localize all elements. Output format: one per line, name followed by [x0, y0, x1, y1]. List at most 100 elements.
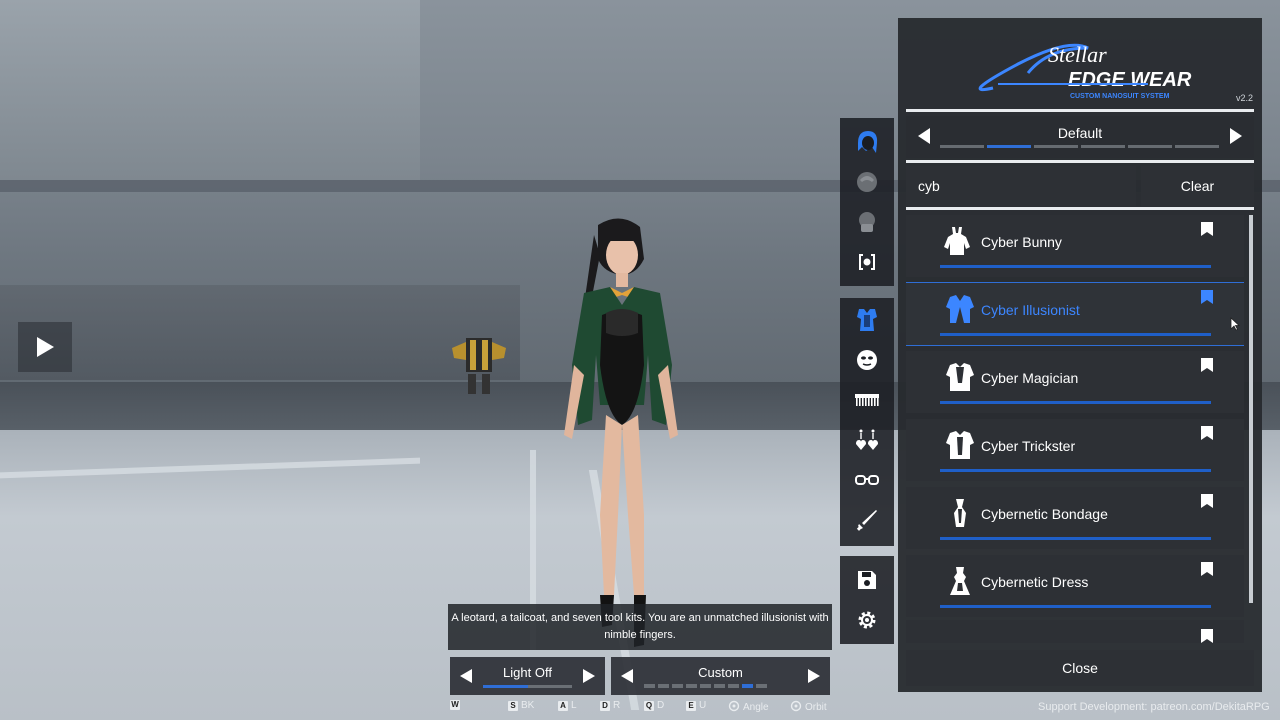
outfit-item[interactable]: Cybernetic Dress: [906, 555, 1244, 617]
category-hair-accessory[interactable]: [840, 380, 894, 420]
bookmark-icon[interactable]: [1201, 629, 1213, 643]
hair-blue-icon: [858, 131, 878, 153]
support-text: Support Development: patreon.com/DekitaR…: [1038, 701, 1270, 713]
preset-name: Default: [1057, 125, 1103, 141]
camera-slot-segment: [672, 684, 683, 688]
search-field[interactable]: [906, 166, 1136, 206]
sword-icon: [856, 510, 877, 531]
save-icon: [858, 571, 876, 589]
outfit-item[interactable]: Cyber Trickster: [906, 419, 1244, 481]
outfit-progress-bar: [940, 469, 1211, 472]
key-hint-label: Orbit: [805, 702, 827, 713]
list-item-partial[interactable]: [906, 620, 1244, 643]
light-level-fill: [483, 685, 528, 688]
camera-control: Custom: [611, 657, 830, 695]
key-hint: Orbit: [790, 700, 827, 715]
preset-slot-segment: [987, 145, 1031, 148]
camera-slot-segment: [714, 684, 725, 688]
divider: [906, 207, 1254, 210]
bookmark-icon[interactable]: [1201, 494, 1213, 508]
camera-slot-segment: [756, 684, 767, 688]
bookmark-icon[interactable]: [1201, 222, 1213, 236]
key-cap: S: [508, 700, 518, 711]
mask-icon: [857, 350, 877, 370]
category-adapter[interactable]: [840, 242, 894, 282]
key-hint: S BK: [508, 700, 534, 711]
bunny-suit-icon: [944, 225, 976, 257]
outfit-item[interactable]: Cyber Illusionist: [906, 282, 1244, 346]
outfit-progress-bar: [940, 401, 1211, 404]
key-hint-label: L: [571, 700, 577, 711]
light-next-arrow-icon[interactable]: [583, 669, 595, 683]
outfit-label: Cybernetic Dress: [981, 574, 1089, 590]
adapter-icon: [859, 254, 875, 270]
hair-icon: [857, 172, 877, 192]
bondage-suit-icon: [944, 497, 976, 529]
character-model: [564, 218, 678, 647]
outfit-item[interactable]: Cyber Bunny: [906, 215, 1244, 277]
light-level-track: [483, 685, 572, 688]
icon-bar-top: [840, 118, 894, 286]
bookmark-icon[interactable]: [1201, 290, 1213, 304]
preset-selector: Default: [906, 116, 1254, 158]
light-label: Light Off: [503, 665, 552, 680]
category-earrings[interactable]: [840, 420, 894, 460]
comb-icon: [855, 394, 879, 406]
wall-shelf: [0, 285, 520, 380]
key-cap: D: [600, 700, 610, 711]
camera-slot-segment: [728, 684, 739, 688]
suit-icon: [857, 309, 877, 331]
save-button[interactable]: [840, 560, 894, 600]
key-cap: Q: [644, 700, 654, 711]
bookmark-icon[interactable]: [1201, 426, 1213, 440]
preset-slot-segment: [1128, 145, 1172, 148]
camera-slot-segment: [742, 684, 753, 688]
search-input[interactable]: [906, 166, 1136, 206]
icon-bar-bottom: [840, 556, 894, 644]
outfit-progress-bar: [940, 333, 1211, 336]
preset-next-arrow-icon[interactable]: [1230, 128, 1242, 144]
category-facewear[interactable]: [840, 202, 894, 242]
icon-bar-middle: [840, 298, 894, 546]
key-hint: AL: [558, 700, 577, 711]
key-hint: W: [450, 700, 460, 710]
camera-next-arrow-icon[interactable]: [808, 669, 820, 683]
camera-slot-segment: [700, 684, 711, 688]
bookmark-icon[interactable]: [1201, 562, 1213, 576]
key-hint-label: U: [699, 700, 707, 711]
trickster-suit-icon: [944, 429, 976, 461]
earrings-icon: [856, 429, 878, 450]
clear-button[interactable]: Clear: [1141, 166, 1254, 206]
svg-text:CUSTOM NANOSUIT SYSTEM: CUSTOM NANOSUIT SYSTEM: [1070, 93, 1170, 100]
category-hair-primary[interactable]: [840, 122, 894, 162]
divider: [906, 109, 1254, 112]
category-hair-secondary[interactable]: [840, 162, 894, 202]
outfit-label: Cybernetic Bondage: [981, 506, 1108, 522]
settings-button[interactable]: [840, 600, 894, 640]
bookmark-icon[interactable]: [1201, 358, 1213, 372]
camera-slot-segment: [686, 684, 697, 688]
outfit-item[interactable]: Cybernetic Bondage: [906, 487, 1244, 549]
preset-slot-segment: [1175, 145, 1219, 148]
wall-window: [0, 0, 420, 180]
key-hint-label: BK: [521, 700, 535, 711]
key-hint-label: D: [657, 700, 665, 711]
mouse-icon: [728, 700, 740, 715]
key-hint: EU: [686, 700, 706, 711]
play-button[interactable]: [18, 322, 72, 372]
version-label: v2.2: [1236, 93, 1254, 103]
gear-icon: [858, 611, 876, 629]
category-eyewear[interactable]: [840, 460, 894, 500]
category-suit[interactable]: [840, 300, 894, 340]
key-cap: A: [558, 700, 568, 711]
outfit-label: Cyber Bunny: [981, 234, 1062, 250]
stellar-edge-wear-logo: Stellar EDGE WEAR CUSTOM NANOSUIT SYSTEM: [978, 42, 1192, 100]
close-button[interactable]: Close: [906, 650, 1254, 686]
mouse-cursor-icon: [1230, 317, 1240, 331]
category-weapon[interactable]: [840, 500, 894, 540]
list-scrollbar[interactable]: [1249, 215, 1253, 603]
outfit-item[interactable]: Cyber Magician: [906, 351, 1244, 413]
drone-companion: [452, 338, 506, 394]
category-mask[interactable]: [840, 340, 894, 380]
divider: [906, 160, 1254, 163]
